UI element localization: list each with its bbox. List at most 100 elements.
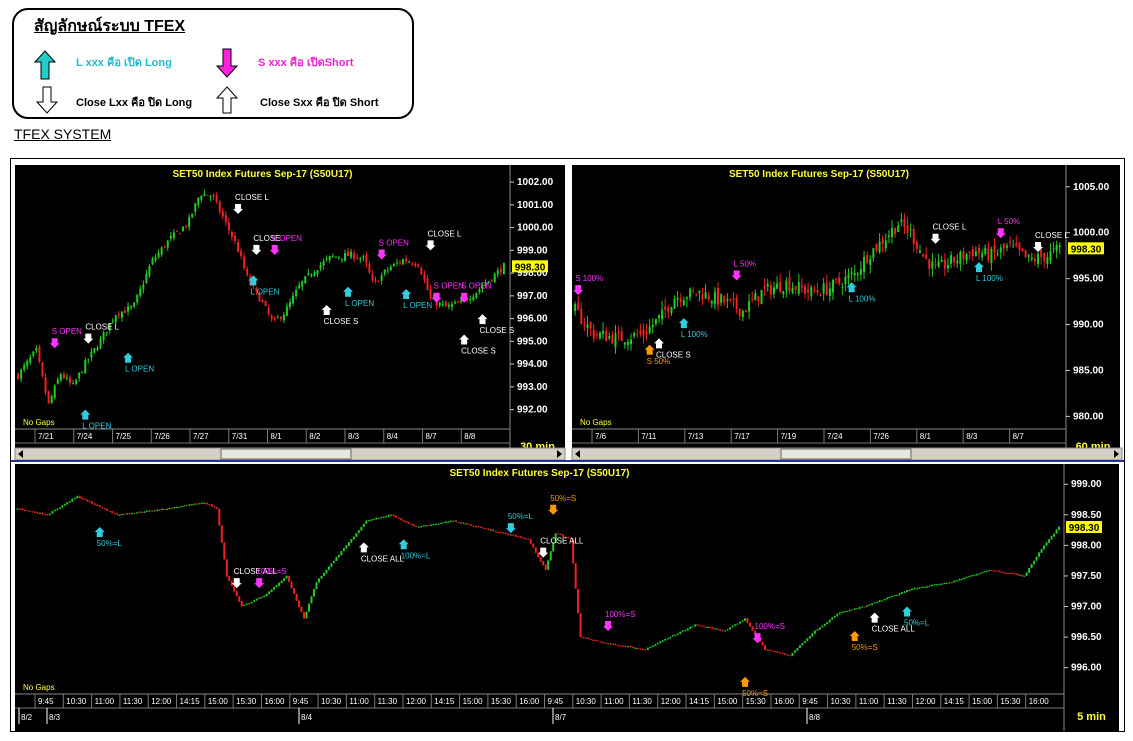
candle-body xyxy=(602,330,605,335)
signal-label: CLOSE L xyxy=(235,193,269,202)
candle-body xyxy=(334,256,337,258)
scrollbar-thumb[interactable] xyxy=(780,448,912,460)
candle-body xyxy=(131,513,134,515)
candle-body xyxy=(626,646,629,648)
down-arrow-white-icon xyxy=(36,86,58,114)
candle-body xyxy=(260,597,263,599)
candle-body xyxy=(209,196,212,198)
candle-body xyxy=(172,232,175,238)
candle-body xyxy=(871,603,874,605)
candle-body xyxy=(869,259,872,265)
candle-body xyxy=(720,294,723,303)
candle-body xyxy=(163,508,166,510)
candle-body xyxy=(263,595,266,597)
candle-body xyxy=(1010,573,1013,575)
candle-body xyxy=(1037,253,1040,264)
candle-body xyxy=(337,257,340,259)
candle-body xyxy=(611,334,614,344)
candle-body xyxy=(995,570,998,572)
candle-body xyxy=(390,514,393,516)
candle-body xyxy=(1035,557,1038,561)
candle-body xyxy=(81,497,84,499)
candle-body xyxy=(644,649,647,651)
candle-body xyxy=(83,498,86,500)
candle-body xyxy=(342,548,345,551)
candle-body xyxy=(749,622,752,627)
charts-canvas: SET50 Index Futures Sep-17 (S50U17) 1002.… xyxy=(11,159,1124,731)
candle-body xyxy=(872,248,875,259)
chart-title: SET50 Index Futures Sep-17 (S50U17) xyxy=(172,169,352,180)
candle-body xyxy=(166,240,169,248)
candle-body xyxy=(850,272,853,275)
candle-body xyxy=(113,512,116,514)
x-tick-label: 8/4 xyxy=(387,432,399,441)
candle-body xyxy=(923,586,926,588)
signal-label: 50%=L xyxy=(904,619,930,628)
candle-body xyxy=(577,588,580,614)
candle-body xyxy=(911,588,914,590)
candle-body xyxy=(156,509,159,511)
candle-body xyxy=(689,626,692,629)
candle-body xyxy=(783,653,786,655)
candle-body xyxy=(534,547,537,553)
y-tick-label: 999.00 xyxy=(517,245,548,256)
last-price-label: 998.30 xyxy=(515,262,546,273)
candle-body xyxy=(121,514,124,516)
candle-body xyxy=(985,570,988,572)
candle-body xyxy=(267,307,270,314)
candle-body xyxy=(639,648,642,650)
candle-body xyxy=(851,609,854,611)
candle-body xyxy=(253,600,256,602)
candle-body xyxy=(93,347,96,353)
candle-body xyxy=(422,525,425,527)
candle-body xyxy=(48,513,51,516)
candle-body xyxy=(200,195,203,200)
candle-body xyxy=(955,580,958,582)
candle-body xyxy=(412,524,415,527)
x-tick-label: 9:45 xyxy=(293,697,309,706)
candle-body xyxy=(529,539,532,544)
candle-body xyxy=(679,631,682,634)
candle-body xyxy=(886,597,889,600)
candle-body xyxy=(289,301,291,307)
candle-body xyxy=(332,561,335,564)
candle-body xyxy=(120,311,123,318)
candle-body xyxy=(452,520,455,522)
candle-body xyxy=(273,318,276,320)
candle-body xyxy=(884,240,887,249)
candle-body xyxy=(666,638,669,640)
y-tick-label: 998.00 xyxy=(1071,540,1102,551)
candle-body xyxy=(87,359,90,361)
candle-body xyxy=(163,246,166,248)
signal-label: L 50% xyxy=(998,217,1020,226)
candle-body xyxy=(800,285,803,288)
candle-body xyxy=(392,263,395,266)
candle-body xyxy=(460,522,463,524)
signal-label: CLOSE S xyxy=(480,326,515,335)
candle-body xyxy=(656,642,659,645)
candle-body xyxy=(1046,257,1049,264)
candle-body xyxy=(198,503,201,505)
candle-body xyxy=(782,291,785,295)
signal-label: S OPEN xyxy=(461,282,491,291)
candle-body xyxy=(146,510,149,512)
candle-body xyxy=(1038,552,1041,557)
candle-body xyxy=(362,256,365,258)
candle-body xyxy=(454,302,456,304)
candle-body xyxy=(313,272,316,276)
candle-body xyxy=(605,330,608,342)
chart-title: SET50 Index Futures Sep-17 (S50U17) xyxy=(729,169,909,180)
x-tick-label: 11:00 xyxy=(859,697,879,706)
signal-label: S OPEN xyxy=(272,234,302,243)
candle-body xyxy=(450,304,453,307)
candle-body xyxy=(609,643,612,645)
candle-body xyxy=(136,295,139,303)
scrollbar-thumb[interactable] xyxy=(220,448,352,460)
candle-body xyxy=(592,329,595,339)
candle-body xyxy=(168,507,171,510)
candle-body xyxy=(602,642,605,644)
candle-body xyxy=(748,300,751,312)
x-tick-label: 8/1 xyxy=(920,432,932,441)
candle-body xyxy=(218,201,221,212)
candle-body xyxy=(898,593,901,596)
